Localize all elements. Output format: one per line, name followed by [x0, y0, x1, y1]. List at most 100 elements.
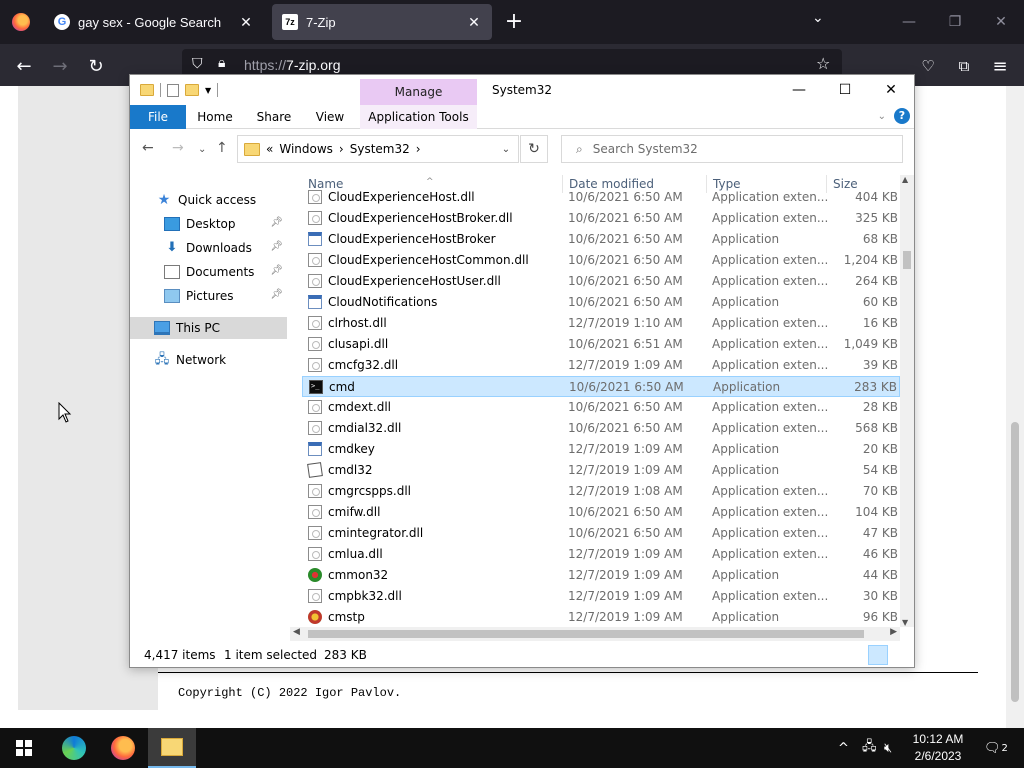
taskbar-edge[interactable]	[50, 728, 98, 768]
scroll-up-arrow-icon[interactable]: ▲	[902, 175, 908, 184]
pin-icon[interactable]: 📌︎	[270, 289, 283, 300]
file-row[interactable]: cmlua.dll 12/7/2019 1:09 AM Application ex…	[302, 544, 900, 565]
firefox-view-button[interactable]	[0, 0, 42, 44]
tab-application-tools[interactable]: Application Tools	[360, 105, 477, 129]
new-tab-button[interactable]: +	[500, 8, 528, 36]
file-list-horizontal-scrollbar[interactable]: ◀ ▶	[290, 627, 900, 641]
horizontal-scroll-thumb[interactable]	[308, 630, 864, 638]
file-row[interactable]: cmdext.dll 10/6/2021 6:50 AM Application e…	[302, 397, 900, 418]
minimize-window-button[interactable]: —	[886, 0, 932, 44]
file-list-vertical-scrollbar[interactable]: ▲ ▼	[900, 175, 914, 627]
extensions-icon[interactable]: ⧉	[950, 52, 978, 80]
large-icons-view-button[interactable]	[890, 645, 910, 665]
forward-button[interactable]: →	[46, 52, 74, 80]
file-row[interactable]: CloudExperienceHost.dll 10/6/2021 6:50 AM…	[302, 187, 900, 208]
nav-item-desktop[interactable]: Desktop 📌︎	[130, 213, 287, 235]
explorer-minimize-button[interactable]: —	[776, 75, 822, 105]
back-button[interactable]: ←	[10, 52, 38, 80]
file-row[interactable]: cmdkey 12/7/2019 1:09 AM Application 20 KB	[302, 439, 900, 460]
file-row[interactable]: cmcfg32.dll 12/7/2019 1:09 AM Application …	[302, 355, 900, 376]
explorer-forward-button[interactable]: →	[172, 140, 184, 156]
file-row[interactable]: cmpbk32.dll 12/7/2019 1:09 AM Application …	[302, 586, 900, 607]
show-hidden-icons-chevron-icon[interactable]: ^	[838, 728, 849, 768]
close-tab-icon[interactable]: ✕	[466, 14, 482, 31]
new-folder-icon[interactable]	[185, 84, 199, 96]
breadcrumb-overflow[interactable]: «	[266, 142, 273, 156]
start-button[interactable]	[0, 728, 48, 768]
nav-item-pictures[interactable]: Pictures 📌︎	[130, 285, 287, 307]
expand-ribbon-chevron-icon[interactable]: ⌄	[878, 111, 886, 122]
properties-icon[interactable]	[167, 83, 179, 97]
file-row[interactable]: cmdial32.dll 10/6/2021 6:50 AM Application…	[302, 418, 900, 439]
nav-item-documents[interactable]: Documents 📌︎	[130, 261, 287, 283]
page-scrollbar[interactable]	[1006, 86, 1024, 728]
explorer-close-button[interactable]: ✕	[868, 75, 914, 105]
nav-item-network[interactable]: 🖧︎ Network	[130, 349, 287, 371]
close-window-button[interactable]: ✕	[978, 0, 1024, 44]
refresh-button[interactable]: ↻	[520, 135, 548, 163]
breadcrumb-separator-icon[interactable]: ›	[416, 142, 421, 156]
file-row[interactable]: cmgrcspps.dll 12/7/2019 1:08 AM Applicatio…	[302, 481, 900, 502]
details-view-button[interactable]	[868, 645, 888, 665]
file-row[interactable]: cmd 10/6/2021 6:50 AM Application 283 KB	[302, 376, 900, 397]
file-row[interactable]: cmintegrator.dll 10/6/2021 6:50 AM Applica…	[302, 523, 900, 544]
breadcrumb-system32[interactable]: System32	[350, 142, 410, 156]
nav-item-quick-access[interactable]: ★ Quick access	[130, 189, 287, 211]
breadcrumb-separator-icon[interactable]: ›	[339, 142, 344, 156]
browser-tab-google[interactable]: G gay sex - Google Search ✕	[44, 4, 264, 40]
restore-window-button[interactable]: ❐	[932, 0, 978, 44]
file-row[interactable]: cmifw.dll 10/6/2021 6:50 AM Application ex…	[302, 502, 900, 523]
taskbar-clock[interactable]: 10:12 AM 2/6/2023	[900, 731, 976, 765]
pin-icon[interactable]: 📌︎	[270, 265, 283, 276]
file-row[interactable]: clrhost.dll 12/7/2019 1:10 AM Application …	[302, 313, 900, 334]
file-row[interactable]: CloudExperienceHostBroker 10/6/2021 6:50 …	[302, 229, 900, 250]
search-input[interactable]: ⌕ Search System32	[561, 135, 903, 163]
page-scroll-thumb[interactable]	[1011, 422, 1019, 702]
file-row[interactable]: CloudExperienceHostCommon.dll 10/6/2021 6…	[302, 250, 900, 271]
file-row[interactable]: CloudNotifications 10/6/2021 6:50 AM Appli…	[302, 292, 900, 313]
hamburger-menu-icon[interactable]: ≡	[986, 52, 1014, 80]
pocket-icon[interactable]: ♡	[914, 52, 942, 80]
help-icon[interactable]: ?	[894, 108, 910, 124]
breadcrumb-windows[interactable]: Windows	[279, 142, 333, 156]
vertical-scroll-thumb[interactable]	[903, 251, 911, 269]
pin-icon[interactable]: 📌︎	[270, 241, 283, 252]
up-one-level-button[interactable]: ↑	[216, 140, 228, 156]
nav-item-downloads[interactable]: ⬇ Downloads 📌︎	[130, 237, 287, 259]
file-row[interactable]: cmstp 12/7/2019 1:09 AM Application 96 KB	[302, 607, 900, 627]
address-bar[interactable]: « Windows › System32 › ⌄	[237, 135, 519, 163]
explorer-back-button[interactable]: ←	[142, 140, 154, 156]
nav-item-this-pc[interactable]: This PC	[130, 317, 287, 339]
file-name: clrhost.dll	[328, 316, 387, 330]
notification-center-button[interactable]: 🗨︎ 2	[984, 728, 1008, 768]
recent-locations-chevron-icon[interactable]: ⌄	[198, 144, 206, 155]
reload-button[interactable]: ↻	[82, 52, 110, 80]
tracking-shield-icon[interactable]: ⛉	[192, 56, 203, 72]
file-row[interactable]: cmdl32 12/7/2019 1:09 AM Application 54 KB	[302, 460, 900, 481]
volume-muted-icon[interactable]: 🔇︎	[884, 728, 892, 768]
file-row[interactable]: cmmon32 12/7/2019 1:09 AM Application 44 KB	[302, 565, 900, 586]
file-row[interactable]: clusapi.dll 10/6/2021 6:51 AM Application …	[302, 334, 900, 355]
explorer-maximize-button[interactable]: ☐	[822, 75, 868, 105]
tab-share[interactable]: Share	[252, 105, 296, 129]
pin-icon[interactable]: 📌︎	[270, 217, 283, 228]
scroll-left-arrow-icon[interactable]: ◀	[293, 627, 300, 637]
browser-tab-7zip[interactable]: 7z 7-Zip ✕	[272, 4, 492, 40]
tab-view[interactable]: View	[310, 105, 350, 129]
address-history-chevron-icon[interactable]: ⌄	[494, 144, 518, 155]
taskbar-file-explorer[interactable]	[148, 728, 196, 768]
taskbar-firefox[interactable]	[99, 728, 147, 768]
tab-file[interactable]: File	[130, 105, 186, 129]
file-row[interactable]: CloudExperienceHostUser.dll 10/6/2021 6:5…	[302, 271, 900, 292]
file-row[interactable]: CloudExperienceHostBroker.dll 10/6/2021 6…	[302, 208, 900, 229]
manage-contextual-tab[interactable]: Manage	[360, 79, 477, 105]
bookmark-star-icon[interactable]: ☆	[816, 54, 830, 73]
tab-home[interactable]: Home	[192, 105, 238, 129]
list-all-tabs-chevron-icon[interactable]: ⌄	[812, 10, 824, 26]
scroll-down-arrow-icon[interactable]: ▼	[902, 618, 908, 627]
customize-toolbar-chevron-icon[interactable]: ▼	[205, 86, 211, 95]
lock-icon[interactable]: 🔒︎	[218, 55, 225, 71]
scroll-right-arrow-icon[interactable]: ▶	[890, 627, 897, 637]
network-status-icon[interactable]: 🖧︎	[862, 728, 877, 768]
close-tab-icon[interactable]: ✕	[238, 14, 254, 31]
